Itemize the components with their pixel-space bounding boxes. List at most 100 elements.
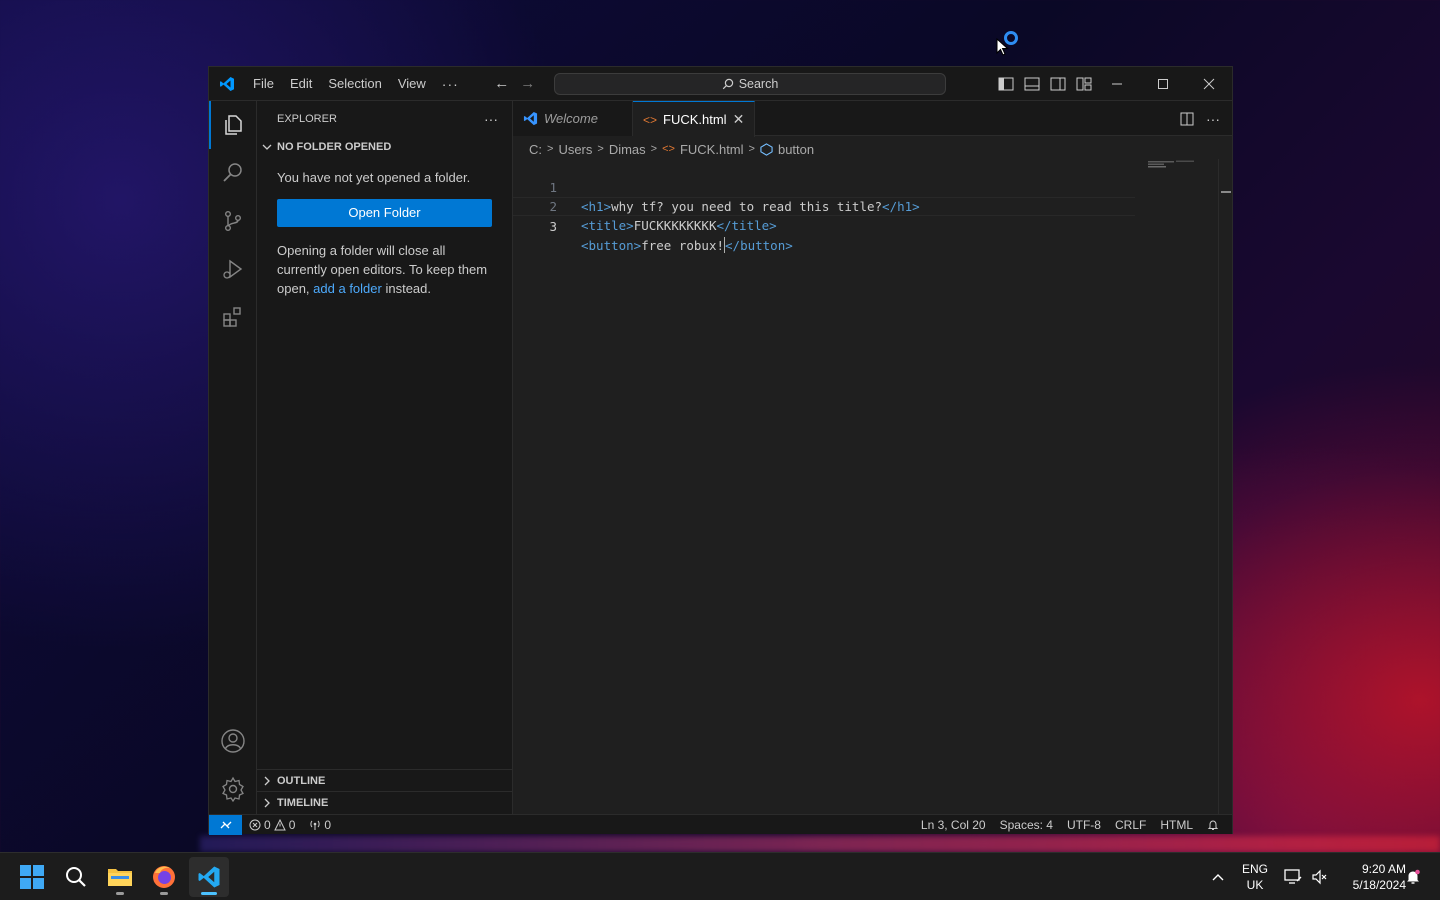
outline-section[interactable]: OUTLINE [257, 769, 512, 791]
toggle-secondary-sidebar-icon[interactable] [1045, 67, 1071, 101]
no-folder-message: You have not yet opened a folder. [277, 170, 471, 185]
input-language[interactable]: ENG UK [1238, 861, 1272, 893]
minimap[interactable] [1148, 159, 1203, 179]
breadcrumb-separator-icon: > [597, 143, 604, 155]
taskbar-search-icon[interactable] [56, 857, 96, 897]
menu-edit[interactable]: Edit [282, 67, 320, 101]
vscode-logo-icon [209, 67, 245, 101]
vscode-taskbar-icon[interactable] [189, 857, 229, 897]
breadcrumb-users[interactable]: Users [558, 142, 592, 157]
code-open-tag: <button> [581, 238, 642, 253]
menu-view[interactable]: View [390, 67, 434, 101]
code-line: 2 <title>FUCKKKKKKKK</title> [513, 178, 1232, 233]
breadcrumb-dimas[interactable]: Dimas [609, 142, 646, 157]
clock-time: 9:20 AM [1361, 862, 1406, 876]
notification-bell-icon[interactable] [1402, 853, 1424, 900]
code-text: <title>FUCKKKKKKKK</title> [581, 216, 777, 235]
search-icon [722, 78, 733, 90]
language-mode[interactable]: HTML [1153, 818, 1200, 832]
editor-tabs: Welcome <> FUCK.html ✕ [513, 101, 1232, 137]
explorer-header: EXPLORER ··· [257, 101, 512, 136]
html-file-icon: <> [662, 143, 675, 155]
code-content: free robux! [641, 238, 725, 253]
breadcrumb-drive[interactable]: C: [529, 142, 542, 157]
breadcrumb-file[interactable]: FUCK.html [680, 142, 744, 157]
minimize-icon[interactable] [1094, 67, 1140, 101]
search-view-icon[interactable] [209, 149, 257, 197]
code-line: 1 <h1>why tf? you need to read this titl… [513, 159, 1232, 214]
explorer-icon[interactable] [209, 101, 257, 149]
run-and-debug-icon[interactable] [209, 245, 257, 293]
timeline-section[interactable]: TIMELINE [257, 791, 512, 813]
tab-fuck-html[interactable]: <> FUCK.html ✕ [633, 101, 755, 137]
line-number: 3 [549, 219, 557, 234]
menu-more-button[interactable]: ··· [434, 76, 467, 92]
toggle-primary-sidebar-icon[interactable] [993, 67, 1019, 101]
close-tab-icon[interactable]: ✕ [733, 111, 745, 128]
cursor-position[interactable]: Ln 3, Col 20 [914, 818, 993, 832]
warning-count: 0 [288, 817, 296, 832]
editor-more-icon[interactable]: ··· [1206, 111, 1220, 127]
line-ending[interactable]: CRLF [1108, 818, 1153, 832]
extensions-icon[interactable] [209, 293, 257, 341]
system-clock[interactable]: 9:20 AM 5/18/2024 [1334, 861, 1406, 893]
network-monitor-icon[interactable] [1282, 853, 1304, 900]
show-hidden-icons-chevron-up-icon[interactable] [1206, 853, 1230, 900]
layout-controls [993, 67, 1097, 101]
remote-indicator-icon[interactable] [209, 814, 242, 835]
menu-file[interactable]: File [245, 67, 282, 101]
notifications-bell-icon[interactable] [1200, 819, 1226, 831]
editor-scrollbar[interactable] [1218, 159, 1232, 814]
chevron-right-icon [264, 776, 270, 785]
tab-fuck-html-label: FUCK.html [663, 112, 727, 127]
split-editor-icon[interactable] [1180, 112, 1194, 126]
clock-date: 5/18/2024 [1352, 878, 1406, 892]
status-bar: 0 0 0 Ln 3, Col 20 Spaces: 4 UTF-8 CRLF … [209, 814, 1232, 835]
code-editor[interactable]: 1 <h1>why tf? you need to read this titl… [513, 159, 1232, 253]
code-open-tag: <title> [581, 218, 634, 233]
breadcrumb-symbol[interactable]: button [778, 142, 814, 157]
windows-start-icon[interactable] [12, 857, 52, 897]
window-controls [1094, 67, 1232, 101]
file-explorer-icon[interactable] [100, 857, 140, 897]
toggle-panel-icon[interactable] [1019, 67, 1045, 101]
problems-indicator[interactable]: 0 0 [242, 818, 302, 832]
language-code: ENG [1241, 862, 1268, 876]
forward-arrow-icon[interactable]: → [515, 75, 541, 92]
breadcrumb-separator-icon: > [547, 143, 554, 155]
windows-taskbar: ENG UK 9:20 AM 5/18/2024 [0, 852, 1440, 900]
ports-indicator[interactable]: 0 [302, 818, 338, 832]
breadcrumb-separator-icon: > [650, 143, 658, 155]
active-indicator [209, 101, 211, 149]
file-encoding[interactable]: UTF-8 [1060, 818, 1108, 832]
activity-bar [209, 101, 257, 814]
firefox-icon[interactable] [144, 857, 184, 897]
source-control-icon[interactable] [209, 197, 257, 245]
search-label: Search [738, 77, 779, 91]
menu-selection[interactable]: Selection [320, 67, 389, 101]
html-file-icon: <> [643, 112, 658, 127]
language-region: UK [1246, 878, 1264, 892]
close-window-icon[interactable] [1186, 67, 1232, 101]
back-arrow-icon[interactable]: ← [489, 75, 515, 92]
tab-welcome-label: Welcome [544, 111, 598, 126]
cursor-position-marker [1221, 191, 1231, 193]
maximize-icon[interactable] [1140, 67, 1186, 101]
open-folder-button[interactable]: Open Folder [277, 199, 492, 227]
mouse-cursor-icon [996, 38, 1009, 56]
info-text-prefix: Opening a folder will close all currentl… [277, 243, 488, 296]
error-icon [249, 819, 261, 830]
indentation[interactable]: Spaces: 4 [993, 818, 1060, 832]
no-folder-section[interactable]: NO FOLDER OPENED [257, 136, 512, 158]
code-close-tag: </button> [725, 238, 793, 253]
ports-antenna-icon [310, 820, 320, 830]
accounts-icon[interactable] [209, 717, 257, 765]
volume-muted-icon[interactable] [1308, 853, 1330, 900]
tab-welcome[interactable]: Welcome [513, 101, 633, 136]
explorer-title: EXPLORER [277, 112, 337, 125]
code-text: <button>free robux!</button> [581, 236, 793, 255]
explorer-more-button[interactable]: ··· [484, 111, 498, 127]
add-folder-link[interactable]: add a folder [313, 281, 382, 296]
command-center-search[interactable]: Search [554, 73, 946, 95]
settings-gear-icon[interactable] [209, 765, 257, 813]
